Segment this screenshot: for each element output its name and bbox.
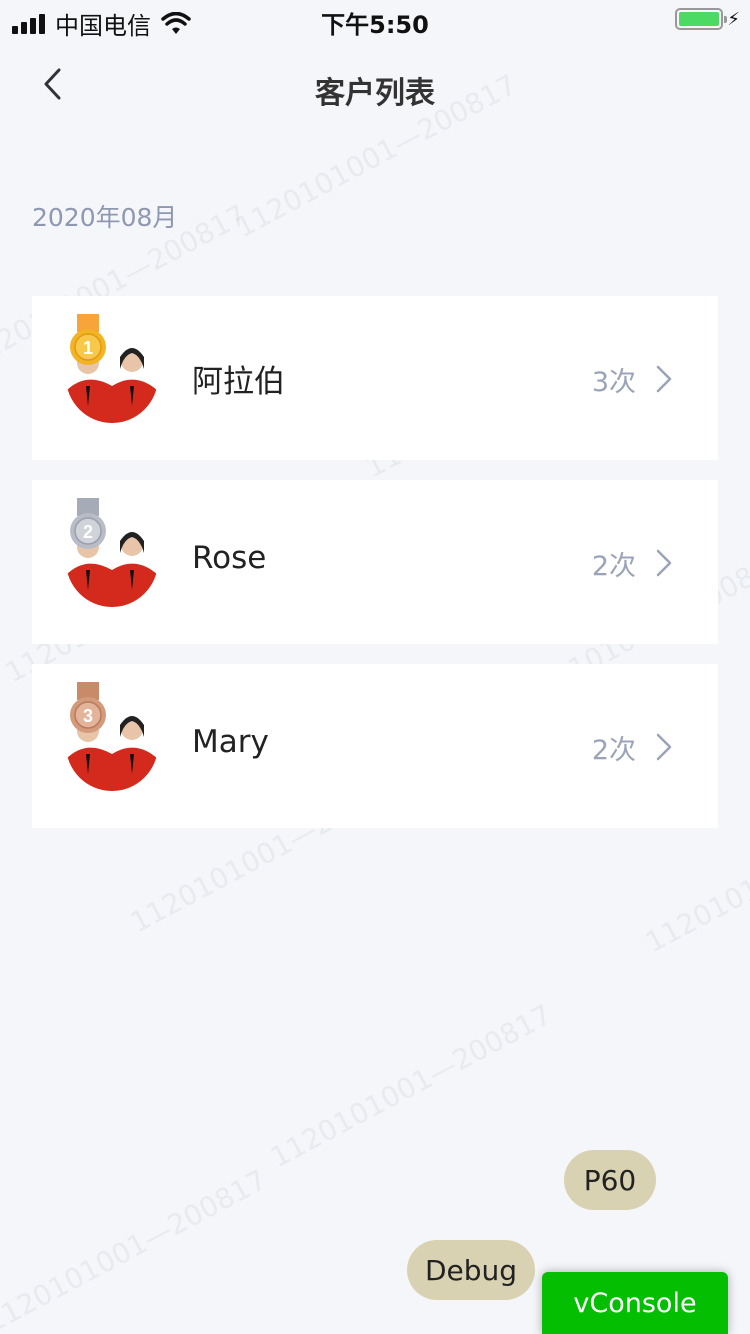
- silver-medal-icon: 2: [70, 498, 106, 549]
- battery-indicator: ⚡: [675, 8, 740, 30]
- vconsole-button[interactable]: vConsole: [542, 1272, 728, 1334]
- status-time: 下午5:50: [321, 11, 429, 39]
- gold-medal-icon: 1: [70, 314, 106, 365]
- p60-button[interactable]: P60: [564, 1150, 656, 1210]
- chevron-right-icon: [656, 549, 672, 577]
- chevron-right-icon: [656, 365, 672, 393]
- watermark-text: 1120101001—200817: [265, 998, 557, 1175]
- nav-bar: 客户列表: [0, 40, 750, 136]
- customer-name: Rose: [192, 540, 267, 576]
- debug-button[interactable]: Debug: [407, 1240, 535, 1300]
- chevron-right-icon: [656, 733, 672, 761]
- visit-count: 3次: [591, 367, 636, 398]
- customer-item[interactable]: 1 阿拉伯 3次: [32, 296, 718, 460]
- month-label: 2020年08月: [32, 203, 178, 232]
- watermark-text: 1120101001—200817: [0, 1163, 272, 1334]
- customer-name: Mary: [192, 724, 269, 760]
- visit-count: 2次: [591, 551, 636, 582]
- visit-count: 2次: [591, 735, 636, 766]
- page-title: 客户列表: [315, 76, 435, 111]
- medal-rank: 2: [83, 522, 93, 542]
- medal-rank: 1: [83, 338, 93, 358]
- battery-icon: [675, 8, 728, 30]
- status-bar: 中国电信 下午5:50 ⚡: [0, 0, 750, 40]
- charging-bolt-icon: ⚡: [727, 8, 740, 30]
- customer-list: 1 阿拉伯 3次 2 Rose 2次 3 Mary 2次: [32, 296, 718, 848]
- bronze-medal-icon: 3: [70, 682, 106, 733]
- customer-name: 阿拉伯: [192, 364, 285, 400]
- customer-item[interactable]: 2 Rose 2次: [32, 480, 718, 644]
- customer-item[interactable]: 3 Mary 2次: [32, 664, 718, 828]
- medal-rank: 3: [83, 706, 93, 726]
